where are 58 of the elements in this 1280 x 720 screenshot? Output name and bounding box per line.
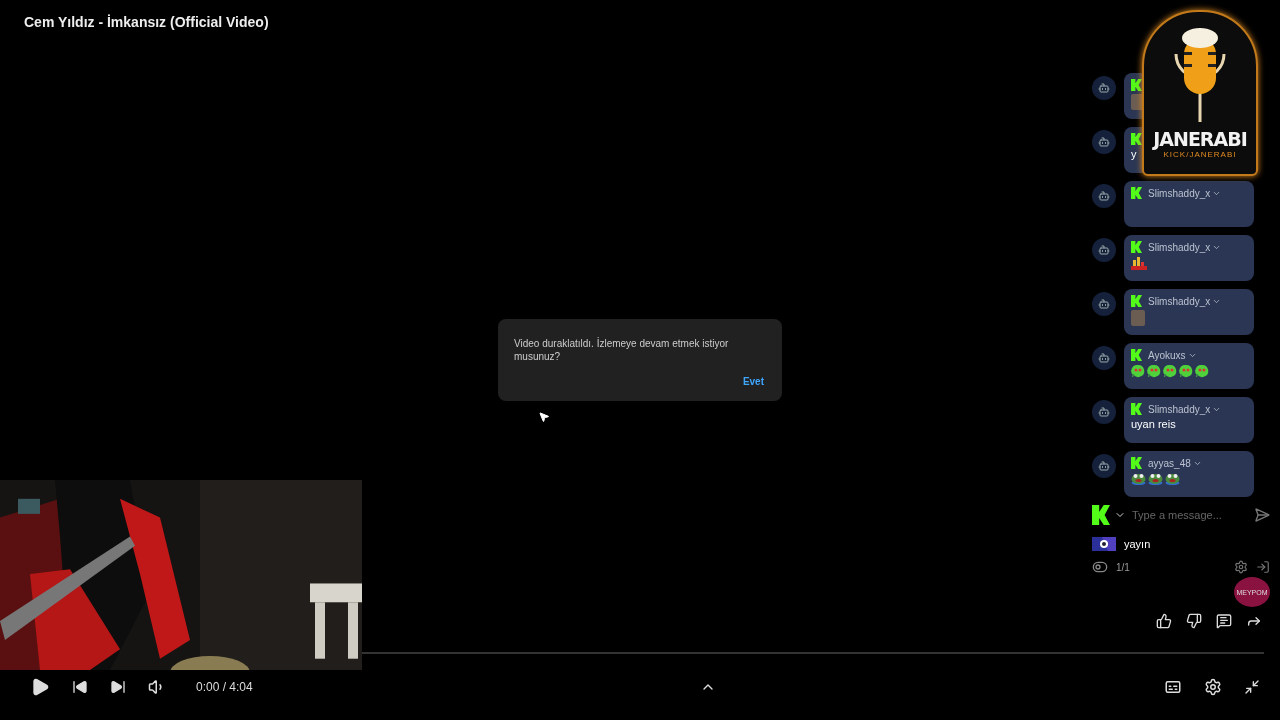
kick-badge-icon <box>1131 79 1142 91</box>
user-avatar <box>1092 346 1116 370</box>
frog-emote-icon <box>1165 472 1180 485</box>
previous-button[interactable] <box>72 679 88 695</box>
kick-badge-icon <box>1131 295 1142 307</box>
dislike-icon[interactable] <box>1186 613 1202 629</box>
frog-emote-icon <box>1148 472 1163 485</box>
chat-message-text: uyan reis <box>1131 418 1176 430</box>
chat-username[interactable]: ayyas_48 <box>1148 457 1202 469</box>
blob-emote-icon <box>1147 364 1161 378</box>
blob-emote-icon <box>1195 364 1209 378</box>
user-avatar <box>1092 292 1116 316</box>
kick-badge-icon <box>1131 403 1142 415</box>
captions-button[interactable] <box>1164 678 1182 696</box>
kick-badge-icon <box>1131 133 1142 145</box>
kick-badge-icon <box>1131 457 1142 469</box>
toggle-icon <box>1092 559 1108 575</box>
channel-icon <box>1092 537 1116 551</box>
chat-username[interactable]: Slimshaddy_x <box>1148 295 1222 307</box>
user-avatar <box>1092 76 1116 100</box>
user-avatar <box>1092 130 1116 154</box>
message-field[interactable]: Type a message... <box>1130 508 1250 522</box>
blob-emote-icon <box>1179 364 1193 378</box>
user-avatar <box>1092 184 1116 208</box>
blob-emote-icon <box>1163 364 1177 378</box>
dialog-message: Video duraklatıldı. İzlemeye devam etmek istiyor musunuz? <box>514 337 730 363</box>
user-avatar <box>1092 238 1116 262</box>
kick-logo-icon <box>1092 505 1110 525</box>
chat-username[interactable]: Slimshaddy_x <box>1148 241 1222 253</box>
settings-icon[interactable] <box>1234 560 1248 574</box>
logo-handle: KICK/JANERABI <box>1163 150 1237 159</box>
time-display: 0:00 / 4:04 <box>196 680 253 694</box>
kick-badge-icon <box>1131 187 1142 199</box>
next-button[interactable] <box>110 679 126 695</box>
blob-emote-icon <box>1131 364 1145 378</box>
user-avatar <box>1092 454 1116 478</box>
confirm-button[interactable]: Evet <box>740 374 766 389</box>
exit-fullscreen-button[interactable] <box>1244 679 1260 695</box>
bars-emote-icon <box>1131 256 1147 270</box>
chat-username[interactable]: Slimshaddy_x <box>1148 403 1222 415</box>
settings-button[interactable] <box>1204 678 1222 696</box>
video-title: Cem Yıldız - İmkansız (Official Video) <box>23 13 270 32</box>
channel-name[interactable]: yayın <box>1124 538 1151 550</box>
kick-badge-icon <box>1131 241 1142 253</box>
frog-emote-icon <box>1131 472 1146 485</box>
kick-badge-icon <box>1131 349 1142 361</box>
chat-username[interactable]: Ayokuxs <box>1148 349 1197 361</box>
page-counter: 1/1 <box>1116 561 1130 573</box>
like-icon[interactable] <box>1156 613 1172 629</box>
exit-icon[interactable] <box>1256 560 1270 574</box>
chat-message-text: y <box>1131 148 1137 160</box>
mouse-cursor-icon <box>538 411 550 423</box>
comments-icon[interactable] <box>1216 613 1232 629</box>
play-button[interactable] <box>30 677 50 697</box>
send-icon[interactable] <box>1254 507 1270 523</box>
chat-username[interactable]: Slimshaddy_x <box>1148 187 1222 199</box>
user-avatar <box>1092 400 1116 424</box>
logo-name: JANERABI <box>1153 128 1247 150</box>
